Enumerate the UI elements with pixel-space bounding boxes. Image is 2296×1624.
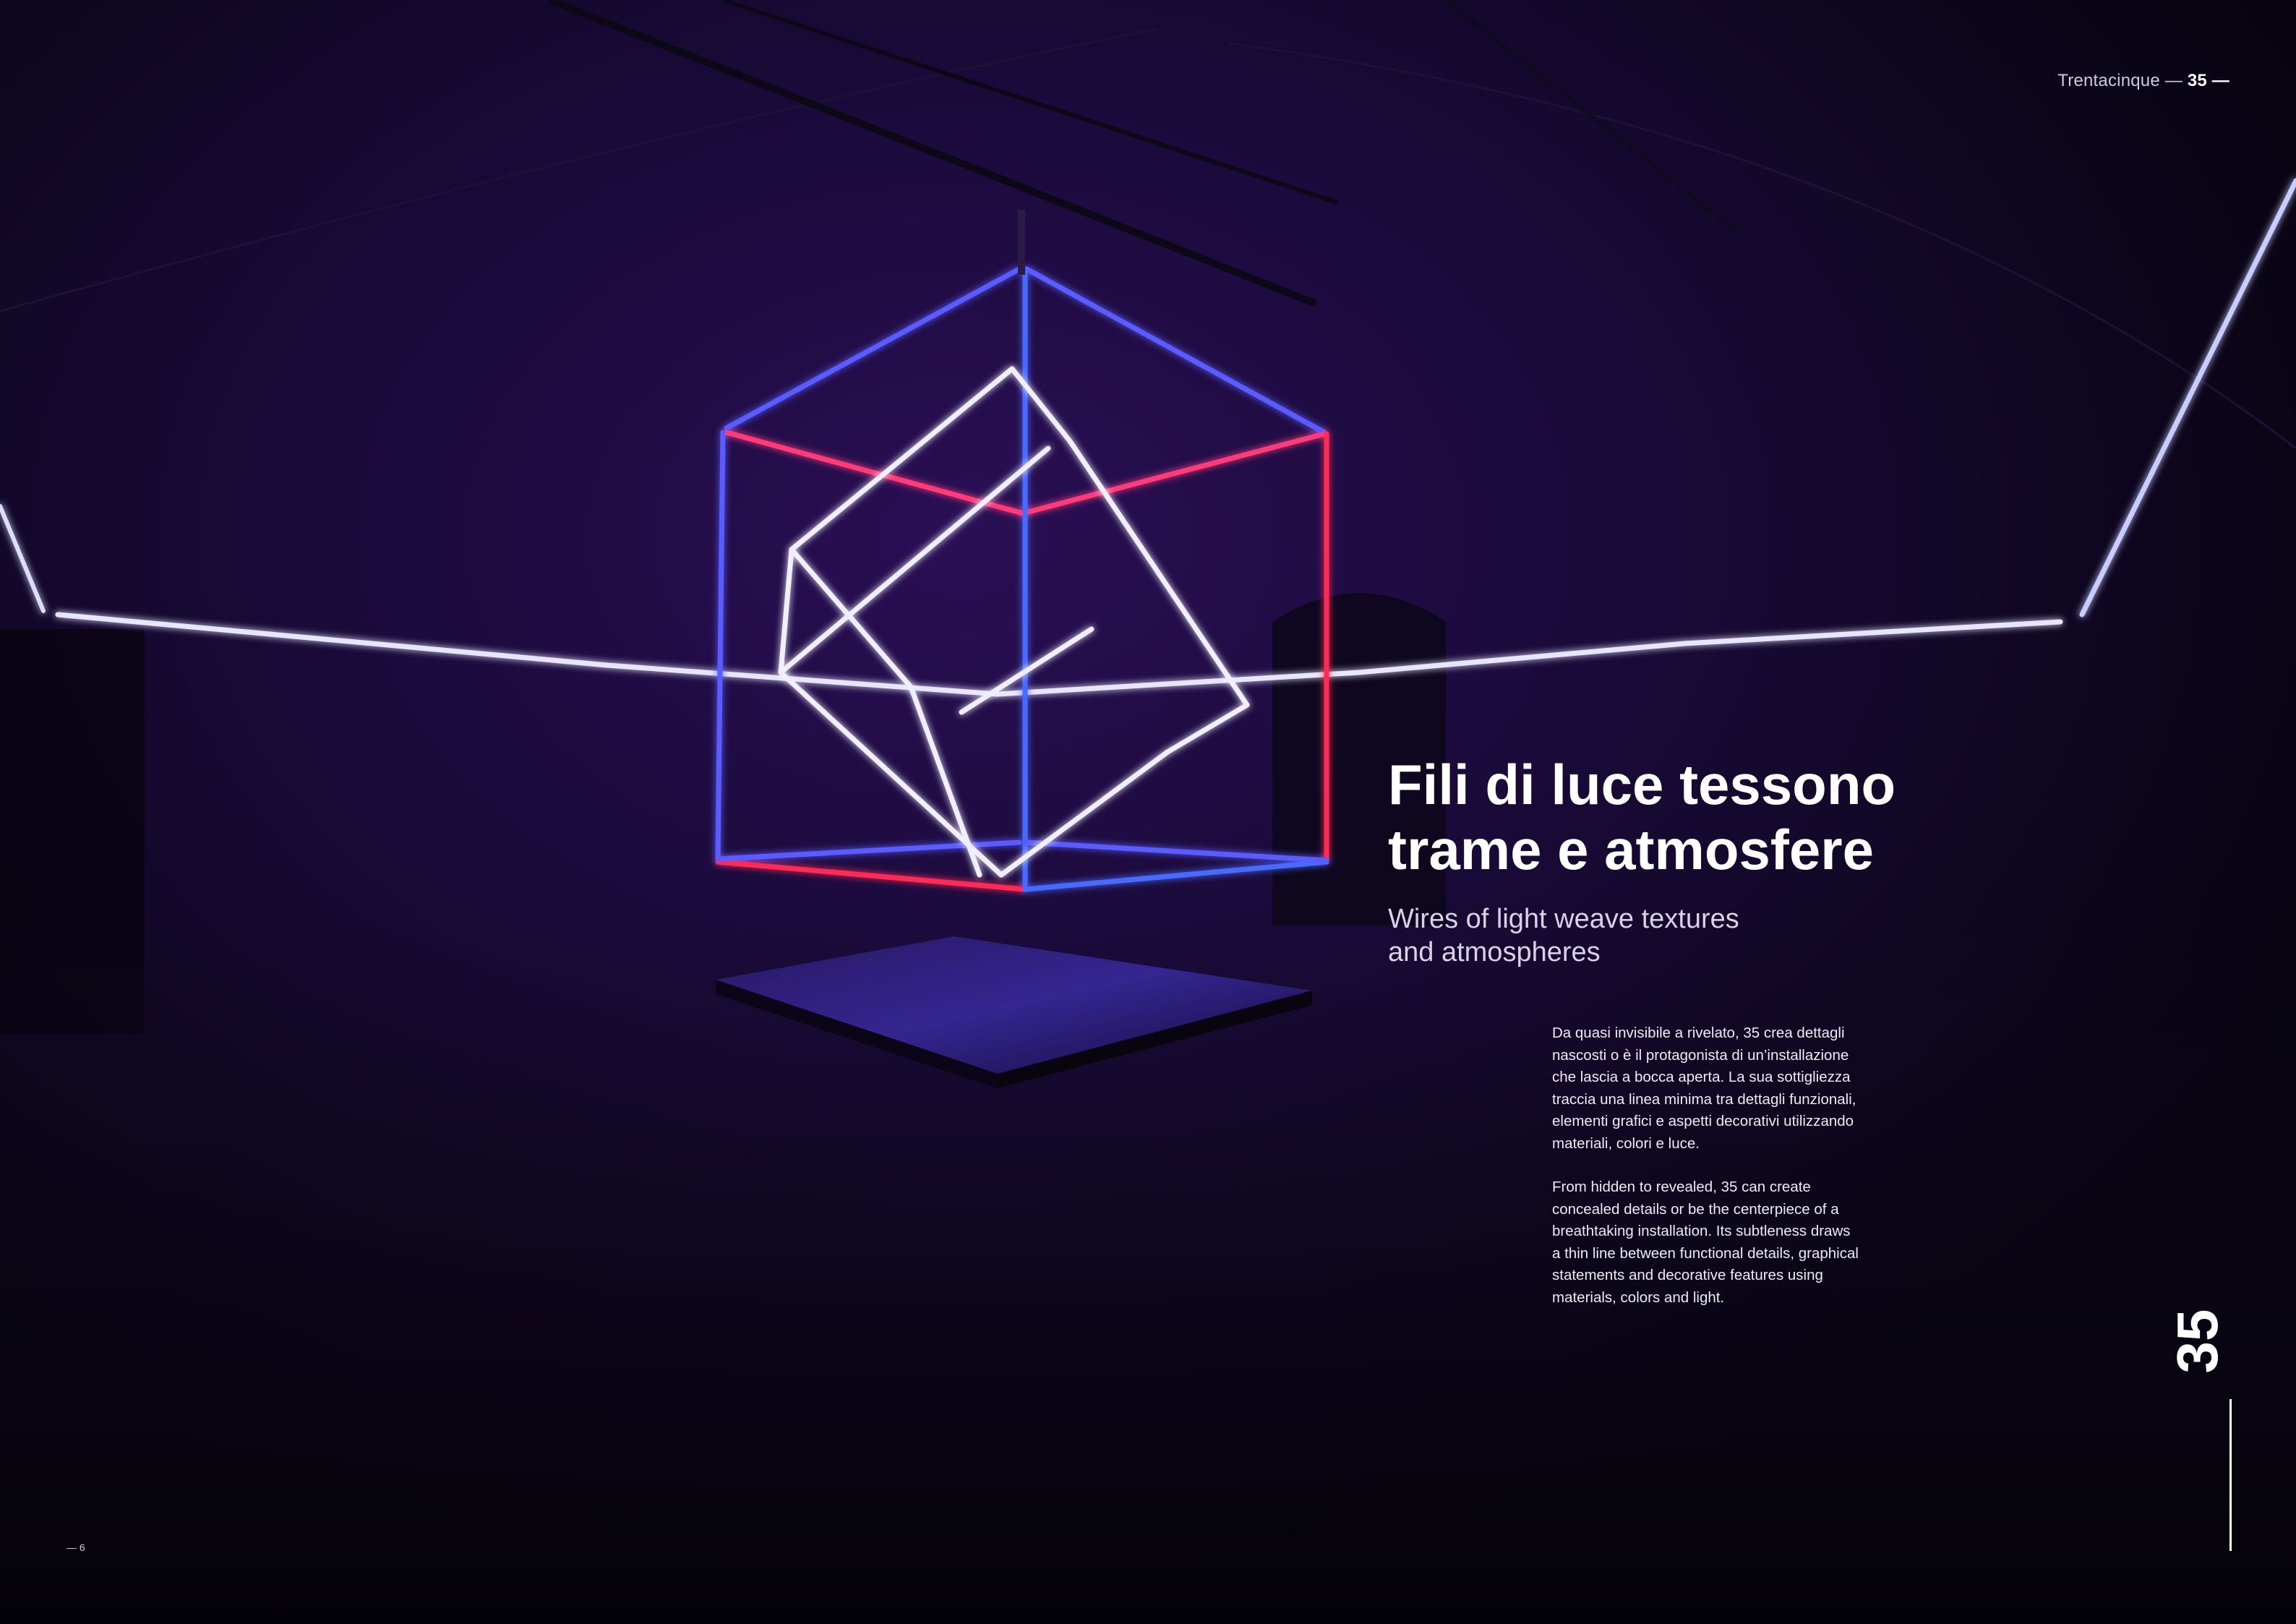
- vertical-brand-number: 35: [2165, 1309, 2229, 1374]
- vertical-divider-line: [2229, 1399, 2232, 1551]
- body-line: From hidden to revealed, 35 can create: [1552, 1179, 1811, 1195]
- header-number: 35 —: [2187, 71, 2229, 90]
- page-title: Fili di luce tessono trame e atmosfere: [1388, 752, 2039, 882]
- body-line: materials, colors and light.: [1552, 1288, 1725, 1306]
- title-line-1: Fili di luce tessono: [1388, 753, 1896, 816]
- subtitle-line-1: Wires of light weave textures: [1388, 904, 1739, 934]
- body-line: breathtaking installation. Its subtlenes…: [1552, 1223, 1851, 1239]
- page-subtitle: Wires of light weave textures and atmosp…: [1388, 902, 1894, 969]
- body-line: nascosti o è il protagonista di un’insta…: [1552, 1046, 1849, 1064]
- body-line: traccia una linea minima tra dettagli fu…: [1552, 1090, 1856, 1108]
- page-header: Trentacinque — 35 —: [2057, 71, 2229, 91]
- body-line: elementi grafici e aspetti decorativi ut…: [1552, 1113, 1854, 1129]
- body-line: a thin line between functional details, …: [1552, 1244, 1859, 1262]
- body-line: che lascia a bocca aperta. La sua sottig…: [1552, 1069, 1851, 1085]
- body-line: Da quasi invisibile a rivelato, 35 crea …: [1552, 1025, 1845, 1041]
- body-text-italian: Da quasi invisibile a rivelato, 35 crea …: [1552, 1022, 1885, 1155]
- page-number: — 6: [67, 1542, 85, 1553]
- body-line: statements and decorative features using: [1552, 1267, 1823, 1283]
- body-text-english: From hidden to revealed, 35 can create c…: [1552, 1176, 1885, 1309]
- title-line-2: trame e atmosfere: [1388, 818, 1874, 881]
- body-line: materiali, colori e luce.: [1552, 1134, 1700, 1152]
- body-line: concealed details or be the centerpiece …: [1552, 1200, 1839, 1218]
- header-label: Trentacinque —: [2057, 71, 2188, 90]
- subtitle-line-2: and atmospheres: [1388, 937, 1601, 967]
